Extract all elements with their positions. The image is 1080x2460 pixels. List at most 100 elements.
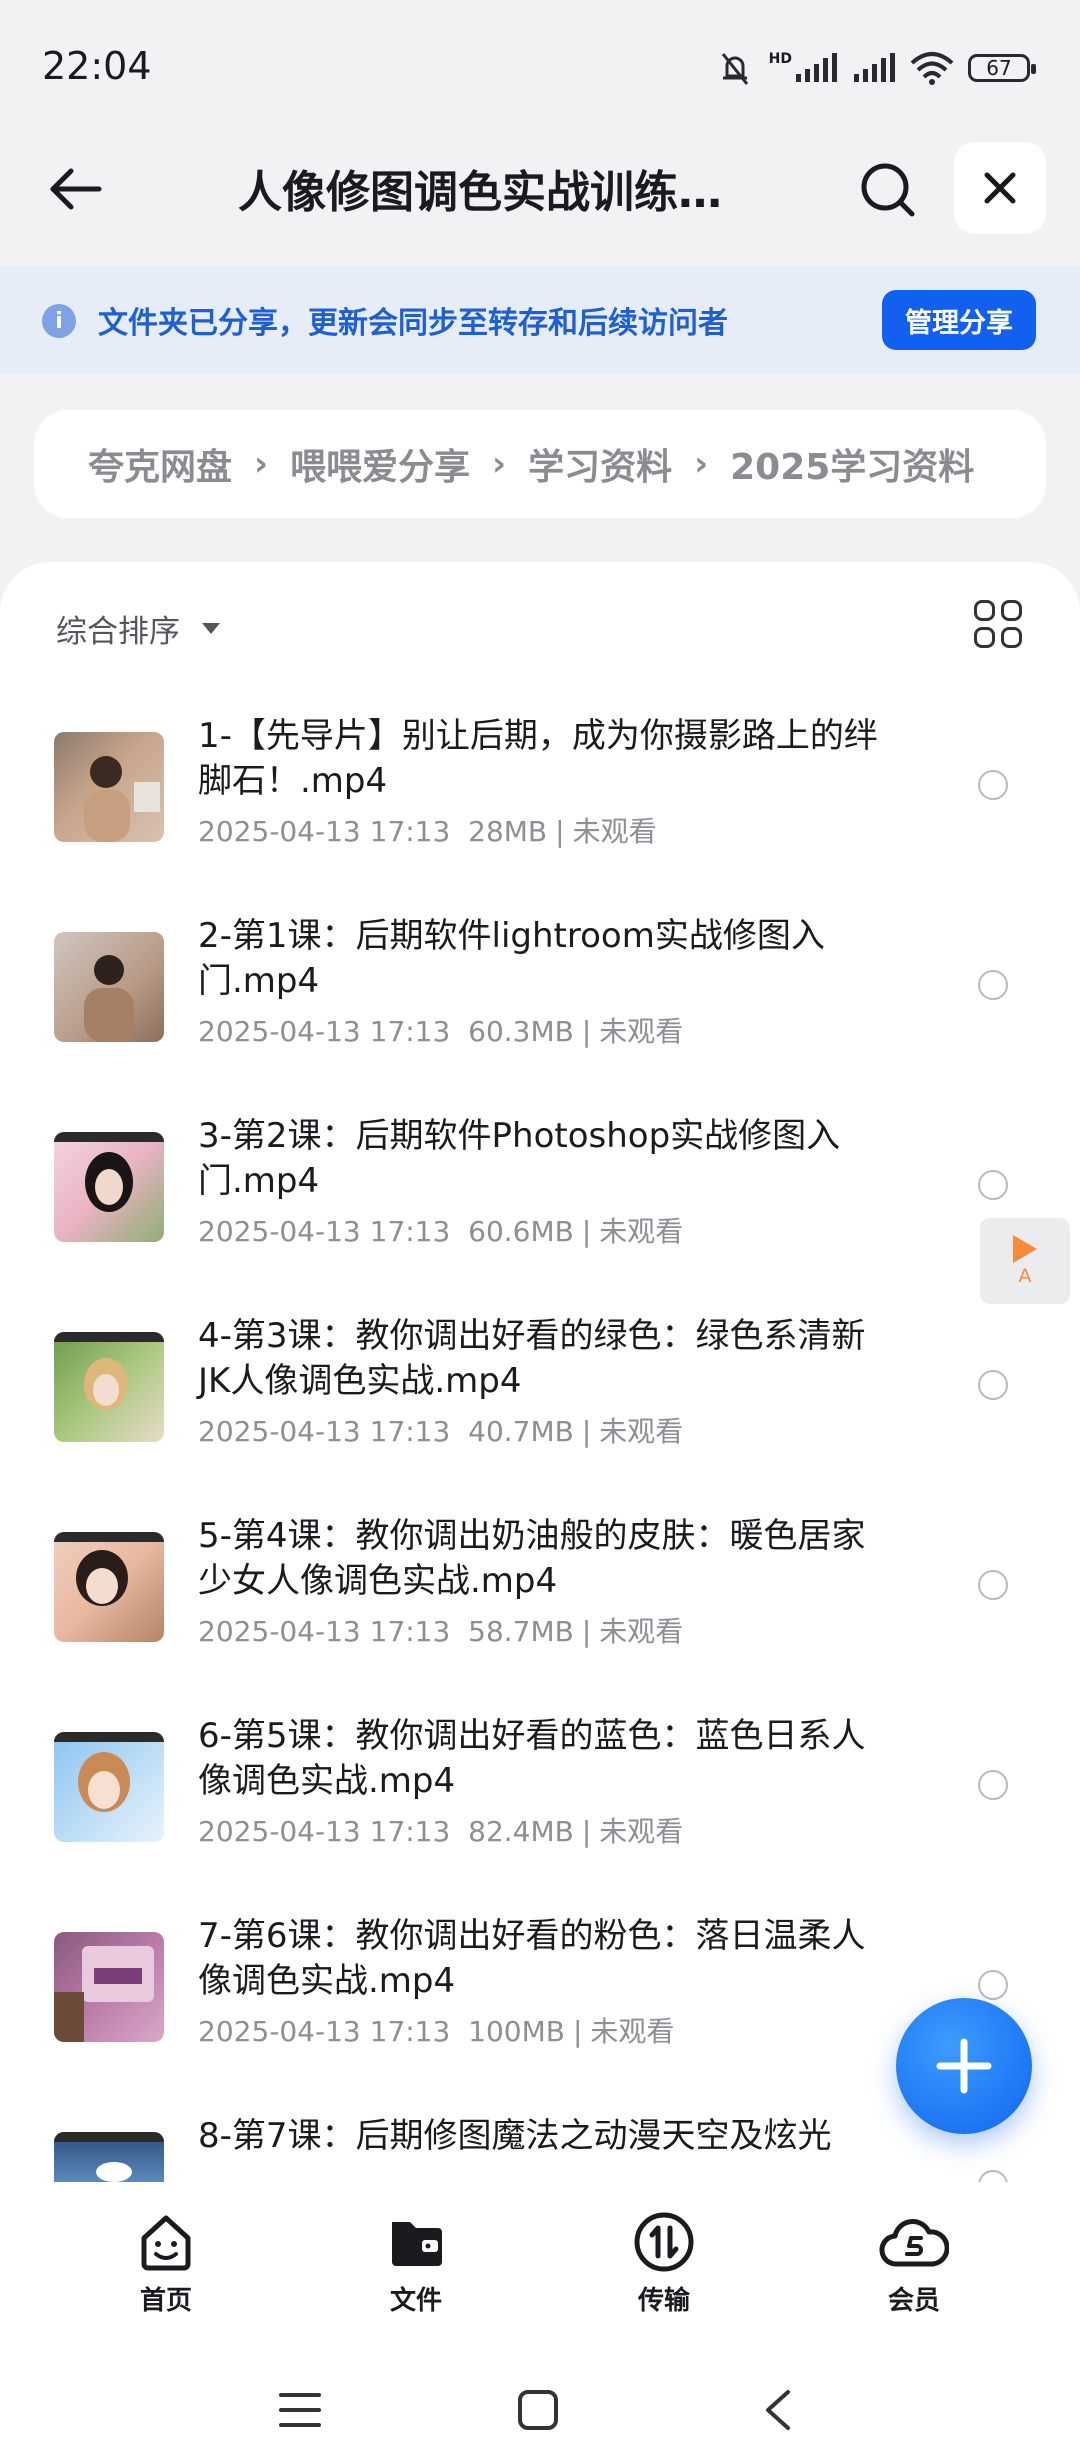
breadcrumb-item[interactable]: 夸克网盘 bbox=[88, 438, 232, 490]
video-thumbnail bbox=[54, 932, 164, 1042]
file-row[interactable]: 1-【先导片】别让后期，成为你摄影路上的绊脚石！.mp4 2025-04-13 … bbox=[0, 682, 1080, 882]
file-list-panel: 综合排序 1-【先导片】别让后期，成为你摄影路上的绊脚石！.mp4 2025-0… bbox=[0, 562, 1080, 2212]
search-button[interactable] bbox=[852, 154, 924, 226]
breadcrumb: 夸克网盘 › 喂喂爱分享 › 学习资料 › 2025学习资料 bbox=[34, 410, 1046, 518]
bottom-nav: 首页 文件 传输 会员 bbox=[0, 2182, 1080, 2332]
add-fab-button[interactable] bbox=[896, 1998, 1032, 2134]
grid-icon bbox=[974, 600, 995, 621]
sort-dropdown[interactable]: 综合排序 bbox=[56, 606, 220, 651]
video-thumbnail bbox=[54, 732, 164, 842]
watch-status: 未观看 bbox=[599, 1215, 684, 1248]
file-date: 2025-04-13 17:13 bbox=[198, 1815, 451, 1848]
watch-status: 未观看 bbox=[599, 1815, 684, 1848]
watch-status: 未观看 bbox=[599, 1415, 684, 1448]
share-notice-banner: i 文件夹已分享，更新会同步至转存和后续访问者 管理分享 bbox=[0, 266, 1080, 374]
sort-label: 综合排序 bbox=[56, 614, 180, 650]
folder-wallet-icon bbox=[392, 2222, 442, 2266]
mute-bell-icon bbox=[721, 53, 748, 85]
file-name: 2-第1课：后期软件lightroom实战修图入门.mp4 bbox=[198, 916, 825, 1001]
grid-icon-cell bbox=[974, 627, 995, 648]
video-thumbnail bbox=[54, 1332, 164, 1442]
file-name: 4-第3课：教你调出好看的绿色：绿色系清新JK人像调色实战.mp4 bbox=[198, 1316, 866, 1401]
search-icon bbox=[861, 163, 915, 217]
nav-item-member[interactable]: 会员 bbox=[834, 2210, 994, 2317]
menu-icon[interactable] bbox=[278, 2390, 322, 2430]
file-name: 5-第4课：教你调出奶油般的皮肤：暖色居家少女人像调色实战.mp4 bbox=[198, 1516, 866, 1601]
nav-item-home[interactable]: 首页 bbox=[86, 2210, 246, 2317]
file-meta: 2025-04-13 17:13 58.7MB | 未观看 bbox=[198, 1615, 684, 1648]
watch-status: 未观看 bbox=[599, 1615, 684, 1648]
file-date: 2025-04-13 17:13 bbox=[198, 1215, 451, 1248]
plus-icon bbox=[936, 2038, 992, 2094]
file-name: 6-第5课：教你调出好看的蓝色：蓝色日系人像调色实战.mp4 bbox=[198, 1716, 866, 1801]
file-name: 1-【先导片】别让后期，成为你摄影路上的绊脚石！.mp4 bbox=[198, 716, 878, 801]
close-button[interactable] bbox=[954, 142, 1046, 234]
file-size: 40.7MB bbox=[468, 1415, 574, 1448]
page-title: 人像修图调色实战训练… bbox=[238, 167, 722, 218]
file-size: 60.6MB bbox=[468, 1215, 574, 1248]
file-meta: 2025-04-13 17:13 40.7MB | 未观看 bbox=[198, 1415, 684, 1448]
nav-item-files[interactable]: 文件 bbox=[336, 2210, 496, 2317]
file-name: 3-第2课：后期软件Photoshop实战修图入门.mp4 bbox=[198, 1116, 841, 1201]
back-chevron-icon[interactable] bbox=[760, 2388, 796, 2432]
select-checkbox[interactable] bbox=[978, 770, 1008, 800]
play-icon bbox=[1013, 1235, 1037, 1263]
home-square-icon[interactable] bbox=[516, 2388, 560, 2432]
select-checkbox[interactable] bbox=[978, 1170, 1008, 1200]
file-meta: 2025-04-13 17:13 60.3MB | 未观看 bbox=[198, 1015, 684, 1048]
info-icon: i bbox=[42, 304, 76, 338]
file-name: 7-第6课：教你调出好看的粉色：落日温柔人像调色实战.mp4 bbox=[198, 1916, 866, 2001]
nav-label: 文件 bbox=[389, 2286, 442, 2316]
chevron-right-icon: › bbox=[492, 444, 507, 484]
video-thumbnail bbox=[54, 1732, 164, 1842]
watch-status: 未观看 bbox=[599, 1015, 684, 1048]
file-meta: 2025-04-13 17:13 100MB | 未观看 bbox=[198, 2015, 675, 2048]
file-date: 2025-04-13 17:13 bbox=[198, 1015, 451, 1048]
file-date: 2025-04-13 17:13 bbox=[198, 815, 451, 848]
breadcrumb-item[interactable]: 喂喂爱分享 bbox=[290, 438, 470, 490]
file-row[interactable]: 2-第1课：后期软件lightroom实战修图入门.mp4 2025-04-13… bbox=[0, 882, 1080, 1082]
watch-status: 未观看 bbox=[572, 815, 657, 848]
grid-icon-cell bbox=[1001, 600, 1022, 621]
file-size: 60.3MB bbox=[468, 1015, 574, 1048]
arrow-left-icon bbox=[50, 168, 102, 210]
home-face-icon bbox=[141, 2215, 191, 2271]
select-checkbox[interactable] bbox=[978, 1570, 1008, 1600]
status-icons: HD 67 bbox=[715, 44, 1036, 92]
breadcrumb-item[interactable]: 学习资料 bbox=[528, 438, 672, 490]
video-thumbnail bbox=[54, 1932, 164, 2042]
back-button[interactable] bbox=[40, 154, 110, 224]
chevron-right-icon: › bbox=[694, 444, 709, 484]
video-thumbnail bbox=[54, 1532, 164, 1642]
hd-label: HD bbox=[768, 51, 792, 67]
file-row[interactable]: 5-第4课：教你调出奶油般的皮肤：暖色居家少女人像调色实战.mp4 2025-0… bbox=[0, 1482, 1080, 1682]
nav-item-transfer[interactable]: 传输 bbox=[584, 2210, 744, 2317]
select-checkbox[interactable] bbox=[978, 1370, 1008, 1400]
file-size: 100MB bbox=[468, 2015, 565, 2048]
select-checkbox[interactable] bbox=[978, 970, 1008, 1000]
video-thumbnail bbox=[54, 1132, 164, 1242]
select-checkbox[interactable] bbox=[978, 1770, 1008, 1800]
watch-status: 未观看 bbox=[590, 2015, 675, 2048]
nav-label: 传输 bbox=[637, 2286, 690, 2316]
select-checkbox[interactable] bbox=[978, 1970, 1008, 2000]
file-row[interactable]: 4-第3课：教你调出好看的绿色：绿色系清新JK人像调色实战.mp4 2025-0… bbox=[0, 1282, 1080, 1482]
file-date: 2025-04-13 17:13 bbox=[198, 1615, 451, 1648]
floating-play-widget[interactable]: A bbox=[980, 1218, 1070, 1304]
top-app-bar: 人像修图调色实战训练… bbox=[0, 130, 1080, 266]
file-name: 8-第7课：后期修图魔法之动漫天空及炫光 bbox=[198, 2116, 832, 2156]
battery-level: 67 bbox=[986, 56, 1012, 80]
nav-label: 首页 bbox=[139, 2286, 192, 2316]
grid-view-toggle[interactable] bbox=[974, 600, 1022, 648]
system-navigation-bar bbox=[0, 2332, 1080, 2460]
file-meta: 2025-04-13 17:13 60.6MB | 未观看 bbox=[198, 1215, 684, 1248]
file-row[interactable]: 3-第2课：后期软件Photoshop实战修图入门.mp4 2025-04-13… bbox=[0, 1082, 1080, 1282]
file-size: 28MB bbox=[468, 815, 548, 848]
chevron-right-icon: › bbox=[254, 444, 269, 484]
manage-share-button[interactable]: 管理分享 bbox=[882, 290, 1036, 350]
floating-play-label: A bbox=[1018, 1265, 1032, 1287]
grid-icon-cell bbox=[1001, 627, 1022, 648]
file-size: 82.4MB bbox=[468, 1815, 574, 1848]
file-row[interactable]: 6-第5课：教你调出好看的蓝色：蓝色日系人像调色实战.mp4 2025-04-1… bbox=[0, 1682, 1080, 1882]
breadcrumb-item[interactable]: 2025学习资料 bbox=[730, 438, 974, 490]
